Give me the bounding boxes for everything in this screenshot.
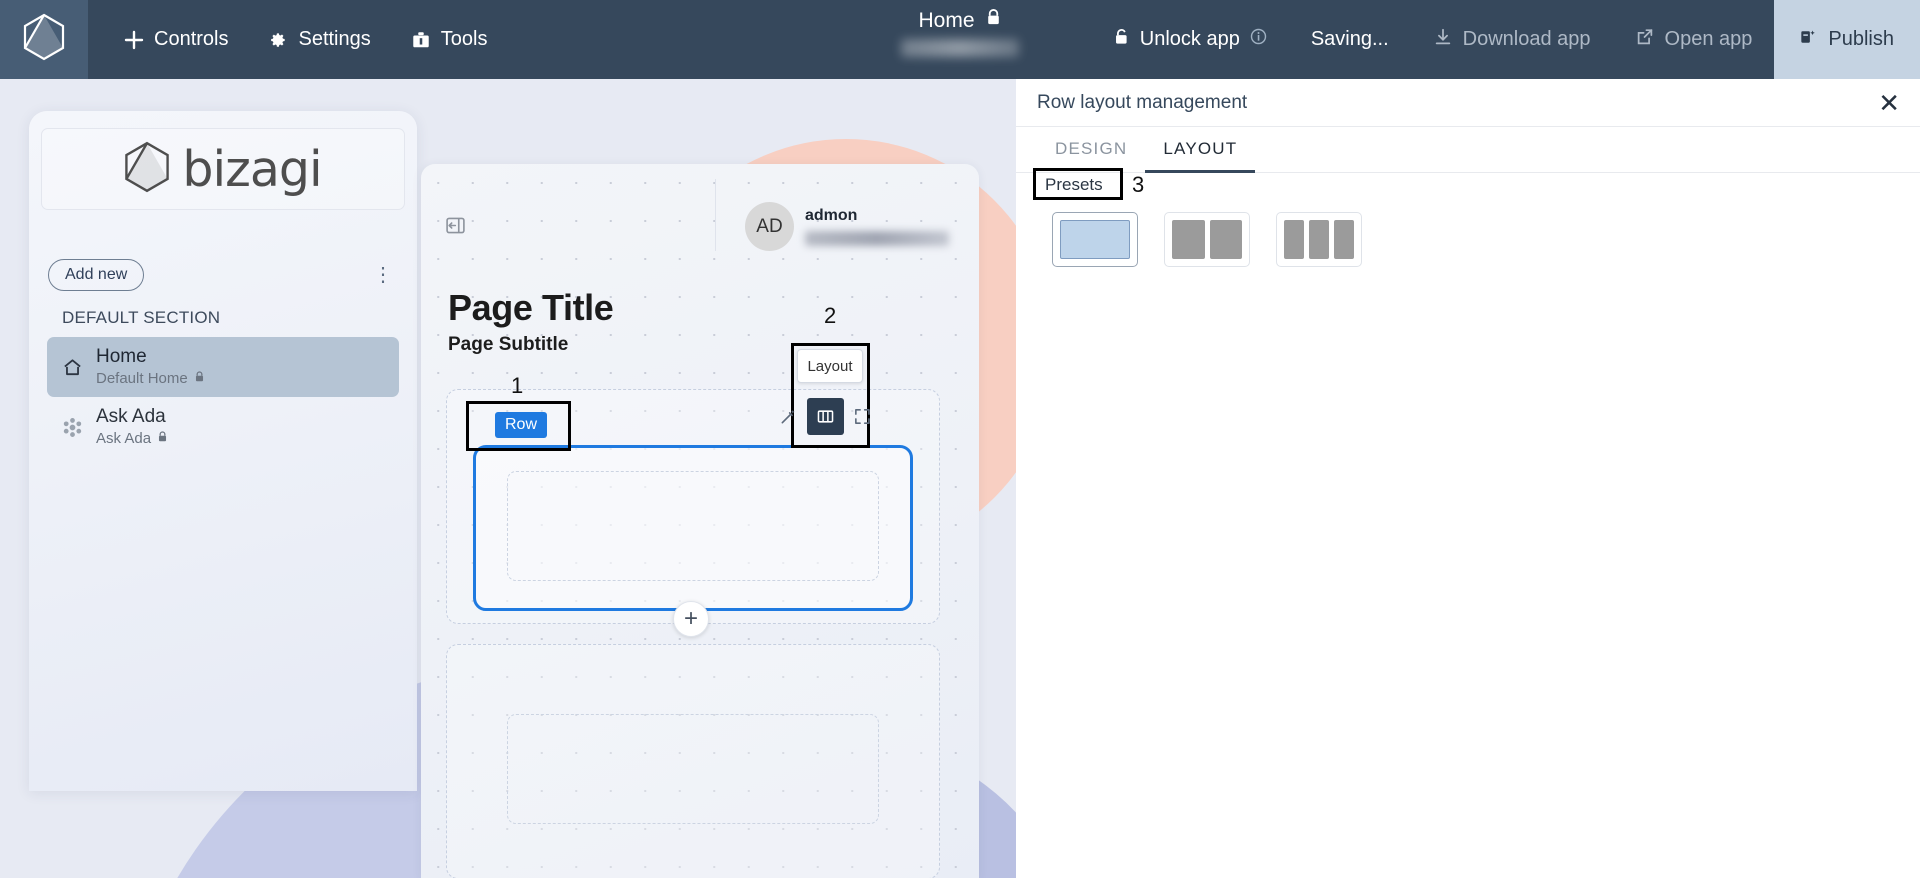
canvas-user-block: admon [805, 207, 949, 246]
breadcrumb-subtitle-redacted [901, 39, 1019, 57]
annotation-number-2: 2 [824, 303, 837, 328]
canvas-header-divider [715, 179, 716, 251]
brand-logo-box: bizagi [41, 128, 405, 210]
open-app-button[interactable]: Open app [1613, 0, 1775, 79]
sidebar-actions: Add new ⋮ [29, 259, 417, 291]
sidebar-nav-list: Home Default Home Ask Ada Ask Ada [29, 337, 417, 458]
canvas-user-email-redacted [805, 231, 949, 246]
app-sidebar-preview: bizagi Add new ⋮ DEFAULT SECTION Home De… [29, 111, 417, 791]
saving-status-label: Saving... [1310, 28, 1389, 50]
move-resize-icon[interactable] [844, 398, 881, 435]
nav-controls[interactable]: Controls [108, 20, 244, 59]
sidebar-item-home-title: Home [96, 346, 147, 367]
add-new-button[interactable]: Add new [48, 259, 145, 291]
preset-list [1052, 212, 1362, 267]
toolbox-icon [411, 30, 431, 50]
home-icon [61, 357, 83, 378]
canvas-user-name: admon [805, 207, 858, 224]
publish-label: Publish [1828, 28, 1894, 50]
nav-tools-label: Tools [440, 28, 488, 50]
saving-status: Saving... [1289, 0, 1411, 79]
asterisk-icon [61, 417, 83, 438]
annotation-box-3 [1033, 168, 1123, 200]
unlock-app-button[interactable]: Unlock app [1091, 0, 1289, 79]
publish-icon [1798, 27, 1817, 53]
top-toolbar: Controls Settings Tools Home Unlock app … [0, 0, 1920, 79]
plus-icon: + [683, 605, 698, 632]
sidebar-item-home-subtitle-text: Default Home [96, 369, 188, 387]
page-canvas[interactable]: AD admon Page Title Page Subtitle + [421, 164, 979, 878]
external-link-icon [1635, 27, 1655, 53]
sidebar-item-home[interactable]: Home Default Home [47, 337, 399, 398]
close-icon[interactable]: ✕ [1878, 90, 1900, 116]
lock-closed-icon [157, 429, 168, 449]
preset-1-column[interactable] [1052, 212, 1138, 267]
app-logo-button[interactable] [0, 0, 88, 79]
nav-controls-label: Controls [154, 28, 229, 50]
panel-tabs: DESIGN LAYOUT [1016, 127, 1920, 173]
panel-title: Row layout management [1037, 91, 1248, 113]
panel-collapse-icon[interactable] [445, 215, 466, 241]
annotation-number-3: 3 [1132, 172, 1145, 197]
lock-open-icon [1113, 27, 1130, 53]
row-layout-management-panel: Row layout management ✕ DESIGN LAYOUT Pr… [1016, 79, 1920, 878]
page-subtitle[interactable]: Page Subtitle [448, 334, 568, 356]
tab-design[interactable]: DESIGN [1037, 127, 1145, 173]
panel-header: Row layout management ✕ [1016, 79, 1920, 127]
plus-icon [124, 30, 144, 50]
gear-icon [268, 30, 288, 50]
sidebar-item-home-subtitle: Default Home [96, 369, 205, 389]
preset-3-columns[interactable] [1276, 212, 1362, 267]
row-cell-placeholder-2[interactable] [507, 714, 879, 824]
bizagi-hexagon-logo-icon [124, 141, 170, 198]
nav-settings[interactable]: Settings [252, 20, 386, 59]
editor-workspace: bizagi Add new ⋮ DEFAULT SECTION Home De… [0, 79, 1016, 878]
add-row-button[interactable]: + [673, 601, 709, 637]
open-app-label: Open app [1664, 28, 1753, 50]
tab-layout[interactable]: LAYOUT [1145, 127, 1256, 173]
lock-closed-icon [194, 369, 205, 389]
sidebar-item-ask-ada[interactable]: Ask Ada Ask Ada [47, 397, 399, 457]
row-toolbar [770, 398, 881, 435]
unlock-app-label: Unlock app [1139, 28, 1240, 50]
row-cell-placeholder[interactable] [507, 471, 879, 581]
page-title[interactable]: Page Title [448, 287, 614, 329]
download-app-button[interactable]: Download app [1411, 0, 1613, 79]
row-badge[interactable]: Row [495, 412, 547, 438]
annotation-number-1: 1 [511, 373, 524, 398]
brand-name: bizagi [182, 140, 322, 198]
main-nav: Controls Settings Tools [88, 0, 503, 79]
nav-settings-label: Settings [298, 28, 371, 50]
preset-2-columns[interactable] [1164, 212, 1250, 267]
magic-wand-icon[interactable] [770, 398, 807, 435]
avatar: AD [745, 202, 794, 251]
sidebar-item-ask-ada-subtitle: Ask Ada [96, 429, 168, 449]
columns-layout-icon[interactable] [807, 398, 844, 435]
breadcrumb-page-name[interactable]: Home [918, 9, 974, 33]
sidebar-item-ask-ada-subtitle-text: Ask Ada [96, 430, 152, 448]
download-app-label: Download app [1462, 28, 1591, 50]
sidebar-section-label: DEFAULT SECTION [62, 308, 221, 327]
nav-tools[interactable]: Tools [395, 20, 504, 59]
lock-closed-icon [985, 8, 1002, 33]
layout-tooltip: Layout [797, 349, 863, 383]
avatar-initials: AD [756, 215, 783, 237]
bizagi-hexagon-logo-icon [23, 13, 65, 66]
download-icon [1433, 27, 1453, 53]
publish-button[interactable]: Publish [1774, 0, 1920, 79]
info-circle-icon[interactable] [1250, 28, 1267, 51]
top-actions: Unlock app Saving... Download app Open a… [1091, 0, 1920, 79]
more-vertical-icon[interactable]: ⋮ [367, 263, 399, 287]
sidebar-item-ask-ada-title: Ask Ada [96, 406, 166, 428]
